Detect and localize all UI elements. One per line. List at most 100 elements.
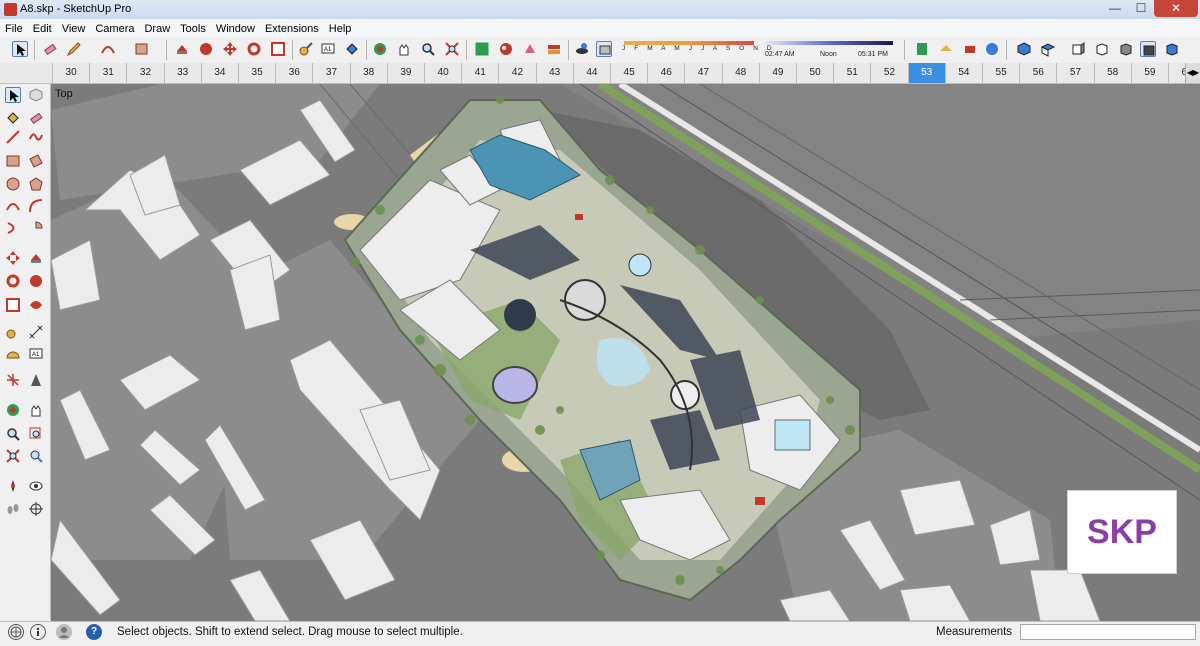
- orbit-icon[interactable]: [5, 402, 21, 418]
- shape-icon[interactable]: [134, 41, 150, 57]
- polygon-icon[interactable]: [28, 176, 44, 192]
- scene-tab-37[interactable]: 37: [312, 63, 349, 83]
- measurements-input[interactable]: [1020, 624, 1196, 640]
- back-view-icon[interactable]: [1118, 41, 1134, 57]
- scene-tab-32[interactable]: 32: [126, 63, 163, 83]
- menu-extensions[interactable]: Extensions: [260, 20, 324, 38]
- help-icon[interactable]: ?: [86, 624, 102, 640]
- scene-tab-42[interactable]: 42: [498, 63, 535, 83]
- scale-icon[interactable]: [5, 297, 21, 313]
- shadow-month-track[interactable]: [624, 41, 754, 45]
- scene-tab-45[interactable]: 45: [610, 63, 647, 83]
- previous-view-icon[interactable]: [28, 448, 44, 464]
- materials-icon[interactable]: [498, 41, 514, 57]
- zoom-extents-icon[interactable]: [444, 41, 460, 57]
- scene-tab-38[interactable]: 38: [349, 63, 387, 83]
- scene-tab-34[interactable]: 34: [200, 63, 238, 83]
- rectangle-icon[interactable]: [5, 153, 21, 169]
- menu-file[interactable]: File: [0, 20, 28, 38]
- text-icon[interactable]: A1: [320, 41, 336, 57]
- orbit-icon[interactable]: [372, 41, 388, 57]
- select-icon[interactable]: [12, 41, 28, 57]
- shadows-icon[interactable]: [574, 41, 590, 57]
- model-info-icon[interactable]: [914, 41, 930, 57]
- move-icon[interactable]: [5, 250, 21, 266]
- scene-tab-54[interactable]: 54: [944, 63, 982, 83]
- dimension-icon[interactable]: [28, 324, 44, 340]
- scene-tab-44[interactable]: 44: [572, 63, 610, 83]
- scene-tab-55[interactable]: 55: [982, 63, 1019, 83]
- follow-me-icon[interactable]: [28, 273, 44, 289]
- 3d-text-icon[interactable]: [28, 372, 44, 388]
- arc-icon[interactable]: [100, 41, 116, 57]
- front-view-icon[interactable]: [1070, 41, 1086, 57]
- scene-tab-57[interactable]: 57: [1056, 63, 1093, 83]
- menu-help[interactable]: Help: [324, 20, 357, 38]
- globe-icon[interactable]: [984, 41, 1000, 57]
- scene-tab-56[interactable]: 56: [1019, 63, 1056, 83]
- push-pull-icon[interactable]: [28, 250, 44, 266]
- arc-icon[interactable]: [5, 198, 21, 214]
- scene-tab-47[interactable]: 47: [684, 63, 721, 83]
- pan-icon[interactable]: [396, 41, 412, 57]
- zoom-icon[interactable]: [5, 426, 21, 442]
- section-plane-icon[interactable]: [28, 501, 44, 517]
- scene-tab-35[interactable]: 35: [238, 63, 275, 83]
- scale-icon[interactable]: [270, 41, 286, 57]
- close-button[interactable]: ✕: [1154, 0, 1198, 17]
- scene-tab-33[interactable]: 33: [163, 63, 201, 83]
- iso-view-icon[interactable]: [1016, 41, 1032, 57]
- three-point-arc-icon[interactable]: [5, 220, 21, 236]
- left-view-icon[interactable]: [1140, 41, 1156, 57]
- menu-draw[interactable]: Draw: [139, 20, 175, 38]
- tape-icon[interactable]: [298, 41, 314, 57]
- geo-location-icon[interactable]: [8, 624, 24, 640]
- components-icon[interactable]: [474, 41, 490, 57]
- paint-bucket-icon[interactable]: [344, 41, 360, 57]
- scene-tab-30[interactable]: 30: [52, 63, 89, 83]
- scene-tab-43[interactable]: 43: [535, 63, 573, 83]
- move-icon[interactable]: [222, 41, 238, 57]
- maximize-button[interactable]: ☐: [1128, 0, 1154, 17]
- monochrome-icon[interactable]: [1164, 41, 1180, 57]
- rotated-rectangle-icon[interactable]: [28, 153, 44, 169]
- scene-tab-46[interactable]: 46: [647, 63, 684, 83]
- top-view-icon[interactable]: [1040, 41, 1056, 57]
- zoom-icon[interactable]: [420, 41, 436, 57]
- scene-tab-49[interactable]: 49: [758, 63, 796, 83]
- eraser-icon[interactable]: [28, 110, 44, 126]
- scene-tab-48[interactable]: 48: [721, 63, 759, 83]
- warehouse-icon[interactable]: [938, 41, 954, 57]
- scene-tab-59[interactable]: 59: [1130, 63, 1168, 83]
- paint-bucket-icon[interactable]: [5, 110, 21, 126]
- axes-icon[interactable]: [5, 372, 21, 388]
- credits-icon[interactable]: [30, 624, 46, 640]
- menu-edit[interactable]: Edit: [28, 20, 57, 38]
- layers-icon[interactable]: [546, 41, 562, 57]
- zoom-window-icon[interactable]: [28, 426, 44, 442]
- scene-tab-41[interactable]: 41: [461, 63, 498, 83]
- follow-me-icon[interactable]: [198, 41, 214, 57]
- drawing-viewport[interactable]: [51, 84, 1200, 621]
- scene-tab-31[interactable]: 31: [89, 63, 126, 83]
- walk-icon[interactable]: [5, 501, 21, 517]
- protractor-icon[interactable]: [5, 346, 21, 362]
- pie-icon[interactable]: [28, 220, 44, 236]
- menu-view[interactable]: View: [57, 20, 91, 38]
- eraser-icon[interactable]: [42, 41, 58, 57]
- scene-tab-51[interactable]: 51: [833, 63, 870, 83]
- scene-tab-40[interactable]: 40: [424, 63, 461, 83]
- two-point-arc-icon[interactable]: [28, 198, 44, 214]
- look-around-icon[interactable]: [28, 478, 44, 494]
- pencil-icon[interactable]: [66, 41, 82, 57]
- extension-icon[interactable]: [962, 41, 978, 57]
- rotate-icon[interactable]: [5, 273, 21, 289]
- scene-tab-36[interactable]: 36: [275, 63, 312, 83]
- user-avatar-icon[interactable]: [56, 624, 72, 640]
- menu-camera[interactable]: Camera: [90, 20, 139, 38]
- scene-tab-50[interactable]: 50: [796, 63, 833, 83]
- position-camera-icon[interactable]: [5, 478, 21, 494]
- menu-tools[interactable]: Tools: [175, 20, 211, 38]
- offset-icon[interactable]: [28, 297, 44, 313]
- circle-icon[interactable]: [5, 176, 21, 192]
